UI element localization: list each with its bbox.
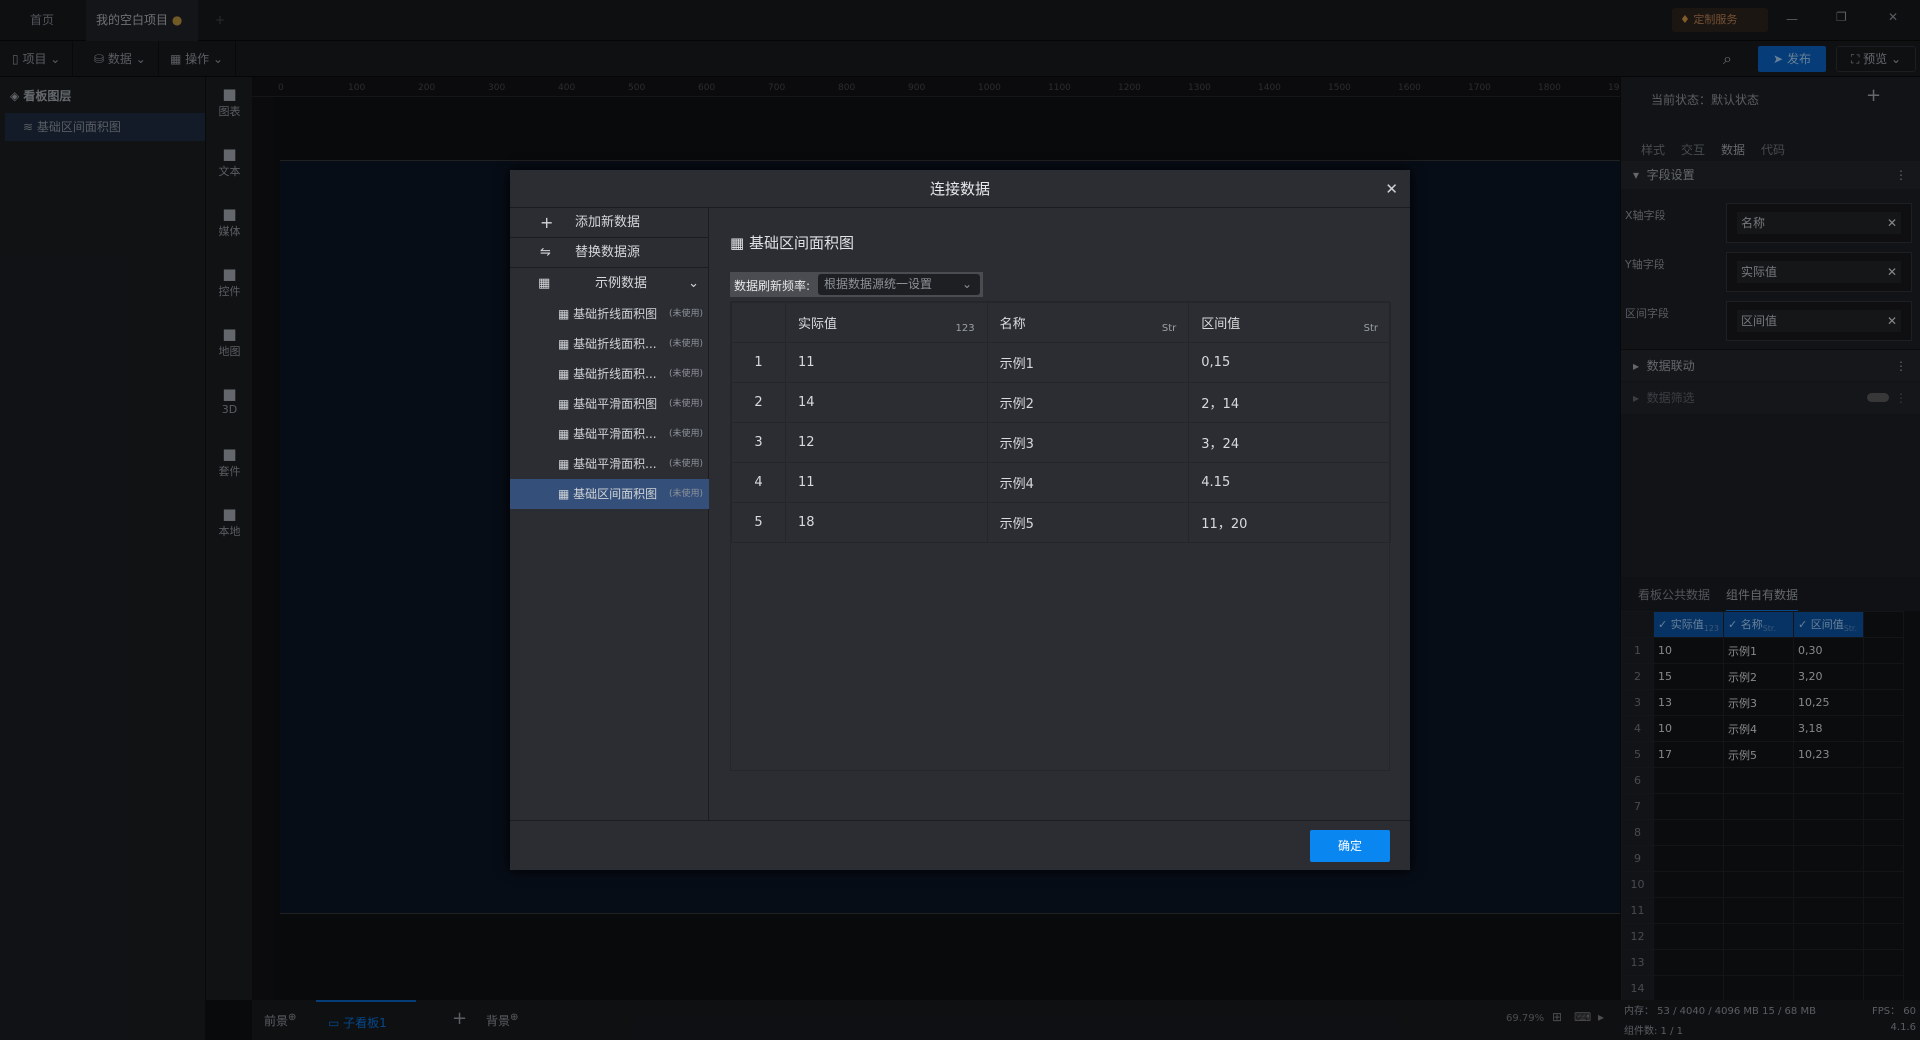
- refresh-label: 数据刷新频率:: [734, 279, 811, 293]
- connect-data-dialog: 连接数据 ✕ + 添加新数据 ⇋ 替换数据源 ▦ 示例数据 ⌄ ▦ 基础折线面积图 (未使用…: [510, 170, 1410, 870]
- table-row[interactable]: 4 11 示例4 4.15: [731, 462, 1391, 503]
- table-cell[interactable]: 示例1: [986, 342, 1190, 383]
- column-header[interactable]: 实际值 123: [784, 302, 988, 343]
- table-row[interactable]: 3 12 示例3 3，24: [731, 422, 1391, 463]
- source-name: 基础折线面积图: [573, 307, 658, 321]
- replace-source-button[interactable]: ⇋ 替换数据源: [510, 238, 709, 268]
- data-source-item[interactable]: ▦ 基础折线面积... (未使用): [510, 359, 709, 389]
- refresh-value: 根据数据源统一设置: [824, 277, 933, 291]
- table-cell[interactable]: 14: [784, 382, 988, 423]
- table-icon: ▦: [538, 276, 551, 291]
- column-type: Str: [1363, 323, 1378, 334]
- table-icon: ▦: [558, 307, 570, 321]
- row-index: 5: [731, 502, 786, 543]
- index-header: [731, 302, 786, 343]
- source-tag: (未使用): [668, 309, 703, 319]
- source-name: 基础平滑面积图: [573, 397, 658, 411]
- chevron-down-icon: ⌄: [961, 277, 972, 291]
- row-index: 1: [731, 342, 786, 383]
- column-type: Str: [1161, 323, 1177, 334]
- table-row[interactable]: 2 14 示例2 2，14: [731, 382, 1391, 423]
- table-cell[interactable]: 11: [784, 342, 988, 383]
- source-tag: (未使用): [668, 339, 703, 349]
- close-icon[interactable]: ✕: [1385, 170, 1398, 208]
- table-icon: ▦: [558, 457, 570, 471]
- table-header: 实际值 123 名称 Str 区间值 Str: [731, 302, 1391, 343]
- data-table-container: 实际值 123 名称 Str 区间值 Str 1 11 示例1 0,15 2 14 示例2 2，14 3 12…: [730, 301, 1391, 771]
- refresh-rate-select[interactable]: 根据数据源统一设置 ⌄: [818, 274, 980, 295]
- table-cell[interactable]: 示例4: [986, 462, 1190, 503]
- add-data-button[interactable]: + 添加新数据: [510, 208, 709, 238]
- table-cell[interactable]: 18: [784, 502, 988, 543]
- dataset-heading: ▦ 基础区间面积图: [730, 232, 854, 253]
- data-source-item[interactable]: ▦ 基础平滑面积图 (未使用): [510, 389, 709, 419]
- source-tag: (未使用): [668, 489, 703, 499]
- data-table[interactable]: 实际值 123 名称 Str 区间值 Str 1 11 示例1 0,15 2 14 示例2 2，14 3 12…: [731, 302, 1391, 543]
- column-name: 区间值: [1201, 317, 1241, 332]
- table-row[interactable]: 1 11 示例1 0,15: [731, 342, 1391, 383]
- table-cell[interactable]: 11，20: [1188, 502, 1391, 543]
- table-icon: ▦: [558, 487, 570, 501]
- column-name: 名称: [999, 317, 1026, 332]
- dialog-header: 连接数据 ✕: [510, 170, 1410, 208]
- table-cell[interactable]: 12: [784, 422, 988, 463]
- data-source-item[interactable]: ▦ 基础折线面积... (未使用): [510, 329, 709, 359]
- table-cell[interactable]: 4.15: [1188, 462, 1391, 503]
- table-cell[interactable]: 示例5: [986, 502, 1190, 543]
- column-header[interactable]: 区间值 Str: [1188, 302, 1391, 343]
- source-name: 基础折线面积...: [573, 337, 657, 351]
- row-index: 3: [731, 422, 786, 463]
- row-index: 2: [731, 382, 786, 423]
- source-tag: (未使用): [668, 459, 703, 469]
- plus-icon: +: [540, 213, 554, 232]
- table-cell[interactable]: 示例3: [986, 422, 1190, 463]
- source-tag: (未使用): [668, 429, 703, 439]
- sample-data-group[interactable]: ▦ 示例数据 ⌄: [510, 269, 709, 299]
- ok-button[interactable]: 确定: [1310, 830, 1390, 862]
- column-type: 123: [955, 323, 975, 334]
- source-name: 基础折线面积...: [573, 367, 657, 381]
- source-tag: (未使用): [668, 399, 703, 409]
- data-source-list: + 添加新数据 ⇋ 替换数据源 ▦ 示例数据 ⌄ ▦ 基础折线面积图 (未使用) ▦ 基础折…: [510, 208, 709, 820]
- row-index: 4: [731, 462, 786, 503]
- table-icon: ▦: [558, 367, 570, 381]
- dialog-footer: 确定: [510, 820, 1410, 870]
- table-cell[interactable]: 2，14: [1188, 382, 1391, 423]
- swap-icon: ⇋: [540, 245, 551, 260]
- data-source-item[interactable]: ▦ 基础平滑面积... (未使用): [510, 449, 709, 479]
- source-name: 基础区间面积图: [573, 487, 658, 501]
- source-tag: (未使用): [668, 369, 703, 379]
- data-source-item[interactable]: ▦ 基础平滑面积... (未使用): [510, 419, 709, 449]
- group-label: 示例数据: [595, 276, 648, 291]
- source-name: 基础平滑面积...: [573, 427, 657, 441]
- refresh-rate-row: 数据刷新频率: 根据数据源统一设置 ⌄: [730, 272, 983, 297]
- table-cell[interactable]: 11: [784, 462, 988, 503]
- source-name: 基础平滑面积...: [573, 457, 657, 471]
- chevron-down-icon: ⌄: [688, 276, 699, 291]
- table-icon: ▦: [558, 397, 570, 411]
- table-cell[interactable]: 示例2: [986, 382, 1190, 423]
- add-data-label: 添加新数据: [575, 215, 641, 230]
- column-name: 实际值: [797, 317, 837, 332]
- table-cell[interactable]: 3，24: [1188, 422, 1391, 463]
- replace-label: 替换数据源: [575, 245, 641, 260]
- dialog-title: 连接数据: [929, 180, 990, 198]
- table-row[interactable]: 5 18 示例5 11，20: [731, 502, 1391, 543]
- data-source-item[interactable]: ▦ 基础折线面积图 (未使用): [510, 299, 709, 329]
- table-cell[interactable]: 0,15: [1188, 342, 1391, 383]
- table-icon: ▦: [558, 427, 570, 441]
- data-source-item[interactable]: ▦ 基础区间面积图 (未使用): [510, 479, 709, 509]
- dataset-heading-text: 基础区间面积图: [748, 234, 854, 252]
- table-icon: ▦: [730, 234, 745, 252]
- column-header[interactable]: 名称 Str: [986, 302, 1190, 343]
- table-icon: ▦: [558, 337, 570, 351]
